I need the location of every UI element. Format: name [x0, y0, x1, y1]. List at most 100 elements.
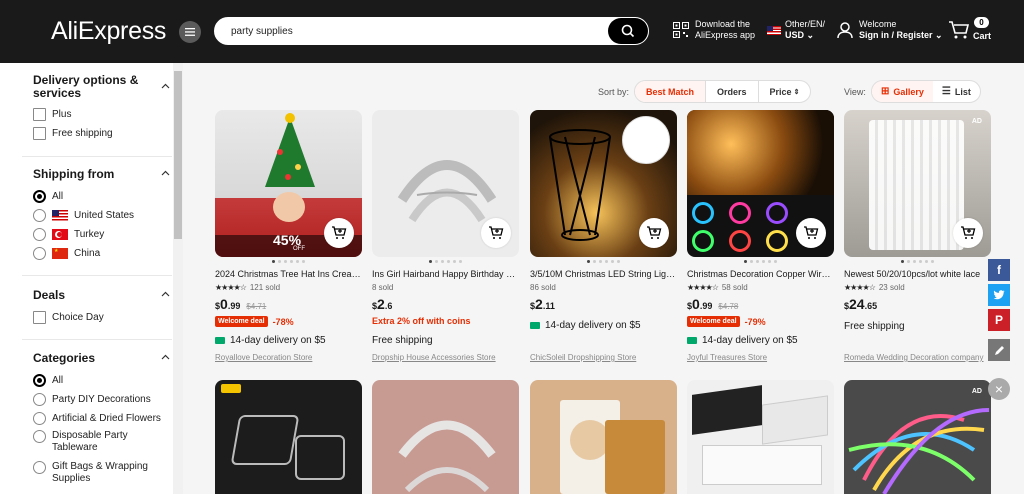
radio[interactable] — [33, 246, 46, 260]
product-title[interactable]: Christmas Decoration Copper Wire Lights — [687, 269, 834, 279]
category-party-diy[interactable]: Party DIY Decorations — [33, 392, 151, 406]
close-icon[interactable]: × — [988, 378, 1010, 400]
checkbox[interactable] — [33, 126, 46, 140]
account-menu[interactable]: Welcome Sign in / Register ⌄ — [859, 19, 943, 41]
edit-icon[interactable] — [988, 339, 1010, 361]
coins-promo: Extra 2% off with coins — [372, 316, 471, 326]
list-label: List — [954, 86, 971, 97]
radio[interactable] — [33, 227, 46, 241]
chevron-down-icon: ⌄ — [806, 30, 815, 40]
filter-free-shipping[interactable]: Free shipping — [33, 126, 113, 140]
add-to-cart-button[interactable] — [324, 218, 354, 248]
option-label: Gift Bags & Wrapping Supplies — [52, 461, 148, 484]
store-link[interactable]: Royallove Decoration Store — [215, 353, 362, 362]
radio[interactable] — [33, 430, 46, 443]
ship-from-turkey[interactable]: Turkey — [33, 227, 104, 241]
truck-icon — [687, 337, 697, 344]
category-gift-bags[interactable]: Gift Bags & Wrapping Supplies — [33, 461, 152, 487]
ship-from-all[interactable]: All — [33, 189, 63, 203]
pinterest-share-icon[interactable]: P — [988, 309, 1010, 331]
store-link[interactable]: Romeda Wedding Decoration company — [844, 353, 991, 362]
add-to-cart-button[interactable] — [481, 218, 511, 248]
sort-orders[interactable]: Orders — [706, 81, 759, 102]
radio-selected[interactable] — [33, 373, 46, 387]
sold-count: 86 sold — [530, 283, 556, 292]
sold-count: 58 sold — [721, 283, 748, 292]
product-rating: ★★★★☆ 23 sold — [844, 283, 905, 292]
ad-badge: AD — [971, 118, 982, 125]
product-rating: 8 sold — [372, 283, 393, 292]
image-dots — [687, 260, 834, 263]
product-price: $24.65 — [844, 296, 878, 312]
radio-selected[interactable] — [33, 189, 46, 203]
facebook-share-icon[interactable]: f — [988, 259, 1010, 281]
category-artificial-flowers[interactable]: Artificial & Dried Flowers — [33, 411, 161, 425]
checkbox[interactable] — [33, 107, 46, 121]
twitter-share-icon[interactable] — [988, 284, 1010, 306]
sort-best-match[interactable]: Best Match — [635, 81, 707, 102]
scrollbar-thumb[interactable] — [174, 71, 182, 239]
chevron-up-icon[interactable] — [161, 353, 170, 362]
product-title[interactable]: 3/5/10M Christmas LED String Lights — [530, 269, 677, 279]
add-to-cart-button[interactable] — [796, 218, 826, 248]
product-image-birthday-tiara[interactable] — [372, 380, 519, 494]
sidebar-scrollbar[interactable] — [173, 63, 183, 494]
cart-icon[interactable] — [948, 20, 970, 40]
radio[interactable] — [33, 411, 46, 425]
download-app-link[interactable]: Download the AliExpress app — [695, 19, 755, 41]
view-list[interactable]: ☰ List — [933, 81, 980, 102]
option-label: Turkey — [74, 228, 105, 240]
product-title[interactable]: Ins Girl Hairband Happy Birthday Crown — [372, 269, 519, 279]
product-title[interactable]: 2024 Christmas Tree Hat Ins Creative Hat — [215, 269, 362, 279]
category-all[interactable]: All — [33, 373, 63, 387]
ship-from-united-states[interactable]: United States — [33, 208, 134, 222]
us-flag-icon — [52, 209, 68, 221]
language-currency-selector[interactable]: Other/EN/ USD ⌄ — [785, 19, 825, 41]
search-input[interactable]: party supplies — [231, 26, 293, 37]
sort-label: Sort by: — [598, 87, 630, 97]
product-title[interactable]: Newest 50/20/10pcs/lot white lace — [844, 269, 991, 279]
price-dec: .6 — [384, 301, 393, 311]
filter-choice-day[interactable]: Choice Day — [33, 310, 104, 324]
store-link[interactable]: ChicSoleil Dropshipping Store — [530, 353, 677, 362]
star-rating-icon: ★★★★☆ — [844, 283, 876, 292]
radio[interactable] — [33, 208, 46, 222]
add-to-cart-button[interactable] — [953, 218, 983, 248]
radio[interactable] — [33, 392, 46, 406]
chevron-up-icon[interactable] — [161, 169, 170, 178]
price-int: 2 — [535, 296, 543, 312]
cart-label[interactable]: Cart — [973, 31, 991, 41]
view-gallery[interactable]: ⊞ Gallery — [872, 81, 933, 102]
ship-from-china[interactable]: ★ China — [33, 246, 100, 260]
menu-icon[interactable] — [179, 21, 201, 43]
add-to-cart-button[interactable] — [639, 218, 669, 248]
sold-count: 8 sold — [372, 283, 394, 292]
store-link[interactable]: Joyful Treasures Store — [687, 353, 834, 362]
filter-plus[interactable]: Plus — [33, 107, 71, 121]
user-icon[interactable] — [836, 21, 854, 39]
deals-title: Deals — [33, 288, 66, 302]
chevron-up-icon[interactable] — [161, 82, 170, 91]
signin-link: Sign in / Register — [859, 30, 933, 40]
product-image-tablecloth[interactable] — [687, 380, 834, 494]
product-image-mooncake-box[interactable] — [530, 380, 677, 494]
qr-code-icon[interactable] — [673, 22, 689, 38]
search-button[interactable] — [608, 18, 648, 44]
shipping-text: 14-day delivery on $5 — [702, 335, 798, 346]
store-link[interactable]: Dropship House Accessories Store — [372, 353, 519, 362]
price-dec: .99 — [227, 301, 241, 311]
aliexpress-logo[interactable]: AliExpress — [51, 17, 166, 46]
cart-add-icon — [489, 226, 504, 239]
checkbox[interactable] — [33, 310, 46, 324]
product-image-plastic-boxes[interactable] — [215, 380, 362, 494]
product-image-ribbon-wands[interactable]: AD — [844, 380, 991, 494]
product-rating: 86 sold — [530, 283, 556, 292]
divider — [22, 156, 172, 157]
radio[interactable] — [33, 461, 46, 474]
us-flag-icon — [767, 26, 781, 35]
option-label: All — [52, 190, 64, 202]
category-disposable-tableware[interactable]: Disposable Party Tableware — [33, 430, 142, 456]
option-label: China — [74, 247, 101, 259]
chevron-up-icon[interactable] — [161, 290, 170, 299]
sort-price[interactable]: Price ⇕ — [759, 81, 811, 102]
